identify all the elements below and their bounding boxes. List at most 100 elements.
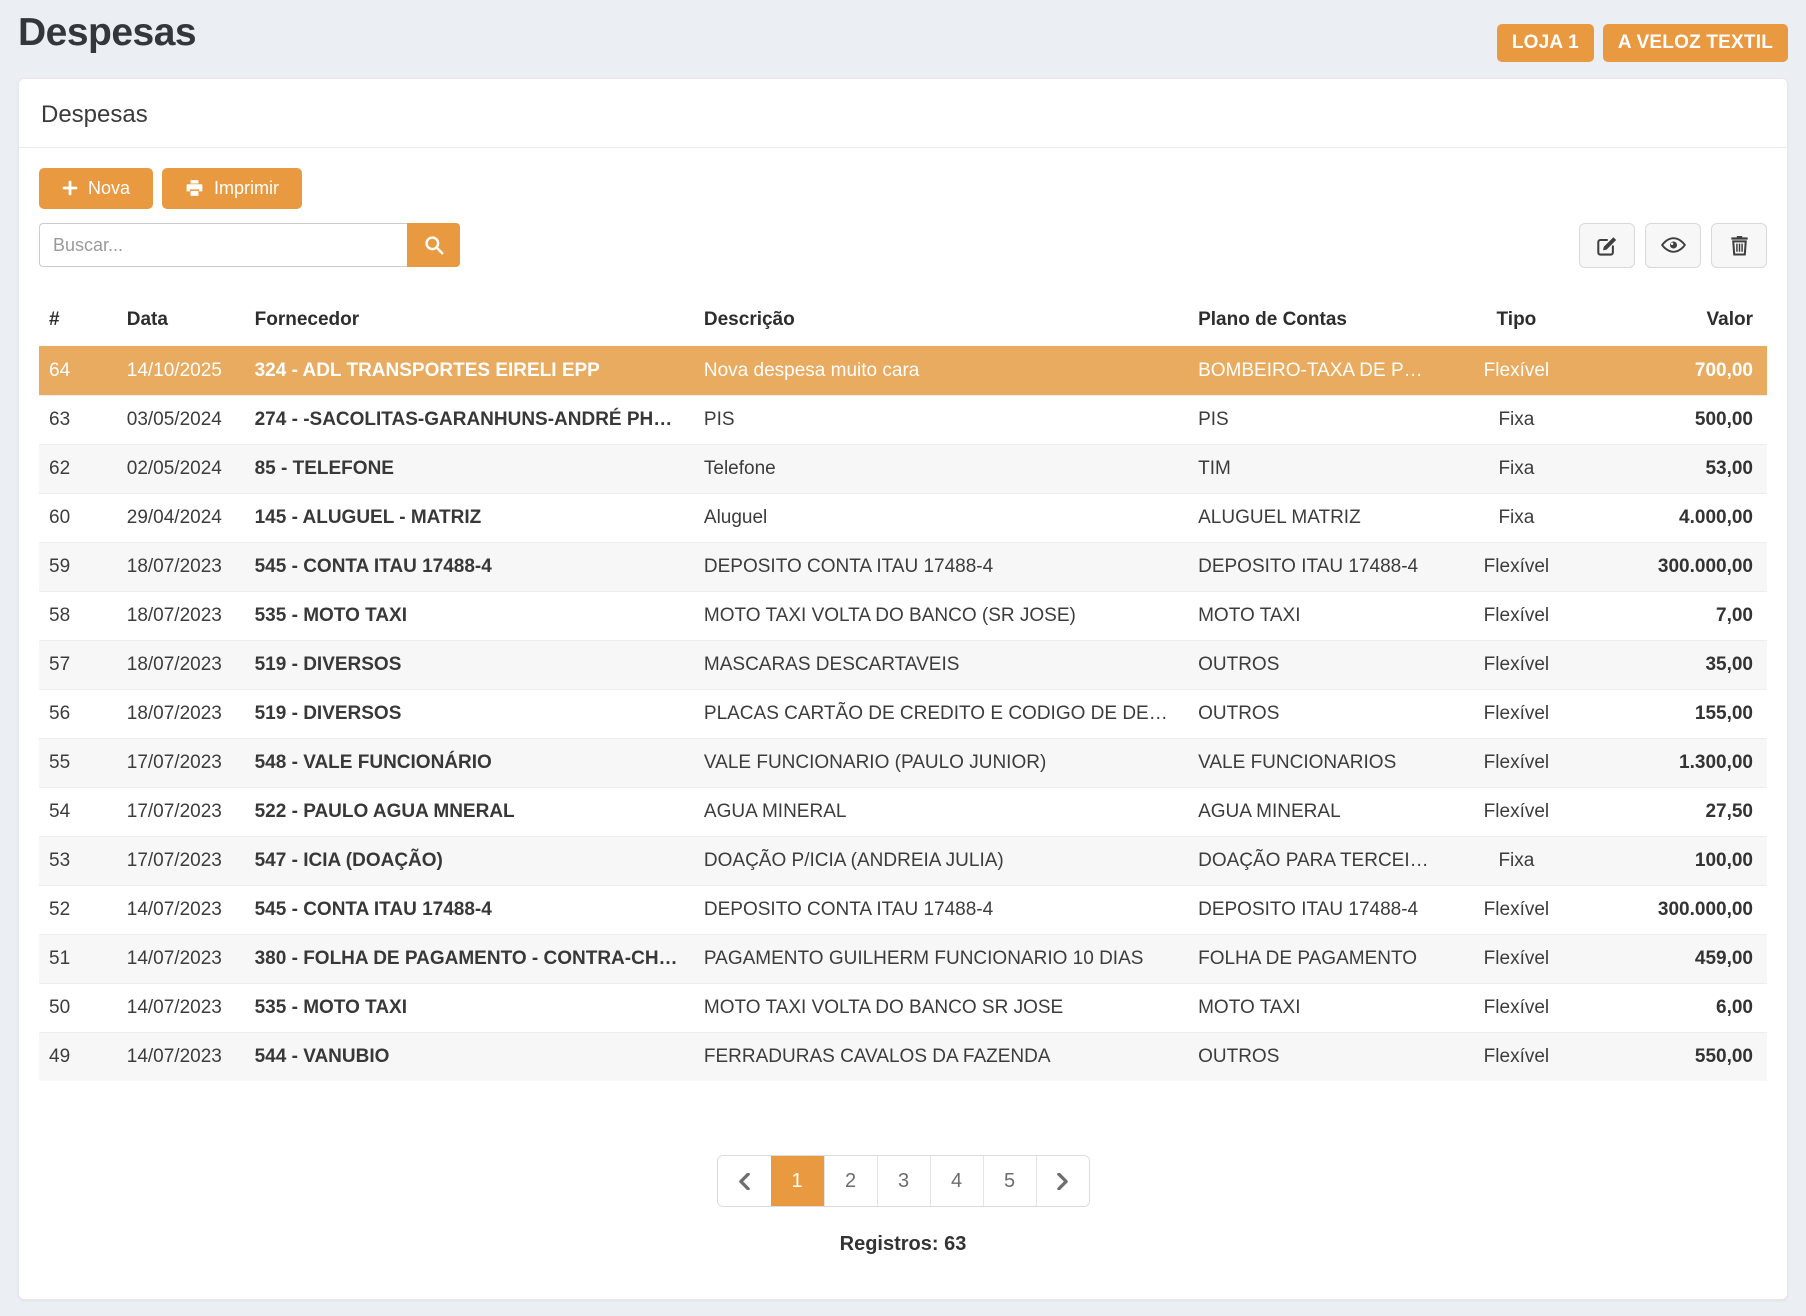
table-row[interactable]: 5317/07/2023547 - ICIA (DOAÇÃO)DOAÇÃO P/… <box>39 836 1767 885</box>
cell-num: 54 <box>39 787 117 836</box>
cell-type: Flexível <box>1439 346 1595 395</box>
cell-type: Flexível <box>1439 1032 1595 1081</box>
table-row[interactable]: 4914/07/2023544 - VANUBIOFERRADURAS CAVA… <box>39 1032 1767 1081</box>
pagination-next-button[interactable] <box>1036 1156 1089 1206</box>
delete-button[interactable] <box>1711 223 1767 268</box>
table-row[interactable]: 5918/07/2023545 - CONTA ITAU 17488-4DEPO… <box>39 542 1767 591</box>
cell-plan: DEPOSITO ITAU 17488-4 <box>1188 885 1439 934</box>
pagination-prev-button[interactable] <box>718 1156 771 1206</box>
cell-value: 550,00 <box>1594 1032 1767 1081</box>
nova-button[interactable]: Nova <box>39 168 153 209</box>
cell-value: 27,50 <box>1594 787 1767 836</box>
cell-type: Flexível <box>1439 591 1595 640</box>
cell-plan: OUTROS <box>1188 689 1439 738</box>
cell-plan: VALE FUNCIONARIOS <box>1188 738 1439 787</box>
cell-supplier: 324 - ADL TRANSPORTES EIRELI EPP <box>245 346 694 395</box>
edit-icon <box>1596 234 1619 257</box>
page-button-5[interactable]: 5 <box>983 1156 1036 1206</box>
cell-type: Flexível <box>1439 738 1595 787</box>
table-row[interactable]: 5014/07/2023535 - MOTO TAXIMOTO TAXI VOL… <box>39 983 1767 1032</box>
cell-supplier: 274 - -SACOLITAS-GARANHUNS-ANDRÉ PH… <box>245 395 694 444</box>
cell-supplier: 547 - ICIA (DOAÇÃO) <box>245 836 694 885</box>
cell-plan: PIS <box>1188 395 1439 444</box>
cell-value: 300.000,00 <box>1594 885 1767 934</box>
card-title: Despesas <box>19 79 1787 148</box>
cell-plan: DOAÇÃO PARA TERCEIRO <box>1188 836 1439 885</box>
cell-num: 60 <box>39 493 117 542</box>
cell-supplier: 535 - MOTO TAXI <box>245 983 694 1032</box>
cell-num: 56 <box>39 689 117 738</box>
cell-num: 51 <box>39 934 117 983</box>
search-button[interactable] <box>407 223 460 267</box>
cell-date: 14/07/2023 <box>117 934 245 983</box>
imprimir-button[interactable]: Imprimir <box>162 168 302 209</box>
cell-plan: ALUGUEL MATRIZ <box>1188 493 1439 542</box>
chevron-right-icon <box>1056 1173 1069 1190</box>
table-row[interactable]: 5718/07/2023519 - DIVERSOSMASCARAS DESCA… <box>39 640 1767 689</box>
cell-value: 35,00 <box>1594 640 1767 689</box>
cell-supplier: 545 - CONTA ITAU 17488-4 <box>245 885 694 934</box>
table-row[interactable]: 5417/07/2023522 - PAULO AGUA MNERALAGUA … <box>39 787 1767 836</box>
table-row[interactable]: 5114/07/2023380 - FOLHA DE PAGAMENTO - C… <box>39 934 1767 983</box>
table-row[interactable]: 6029/04/2024145 - ALUGUEL - MATRIZAlugue… <box>39 493 1767 542</box>
search-group <box>39 223 460 267</box>
cell-supplier: 519 - DIVERSOS <box>245 640 694 689</box>
cell-date: 03/05/2024 <box>117 395 245 444</box>
search-icon <box>424 235 444 255</box>
table-row[interactable]: 5618/07/2023519 - DIVERSOSPLACAS CARTÃO … <box>39 689 1767 738</box>
table-row[interactable]: 6414/10/2025324 - ADL TRANSPORTES EIRELI… <box>39 346 1767 395</box>
store-badge-loja1[interactable]: LOJA 1 <box>1497 24 1594 62</box>
cell-value: 4.000,00 <box>1594 493 1767 542</box>
search-input[interactable] <box>39 223 407 267</box>
cell-type: Flexível <box>1439 542 1595 591</box>
column-header-num: # <box>39 294 117 347</box>
trash-icon <box>1730 234 1749 256</box>
store-badges: LOJA 1 A VELOZ TEXTIL <box>1497 10 1788 62</box>
store-badge-company[interactable]: A VELOZ TEXTIL <box>1603 24 1788 62</box>
cell-num: 53 <box>39 836 117 885</box>
table-row[interactable]: 5517/07/2023548 - VALE FUNCIONÁRIOVALE F… <box>39 738 1767 787</box>
cell-num: 63 <box>39 395 117 444</box>
cell-type: Fixa <box>1439 836 1595 885</box>
cell-type: Fixa <box>1439 493 1595 542</box>
page-button-4[interactable]: 4 <box>930 1156 983 1206</box>
cell-date: 14/07/2023 <box>117 983 245 1032</box>
cell-plan: AGUA MINERAL <box>1188 787 1439 836</box>
cell-num: 58 <box>39 591 117 640</box>
cell-date: 14/07/2023 <box>117 1032 245 1081</box>
page-button-1[interactable]: 1 <box>771 1156 824 1206</box>
expenses-table-body: 6414/10/2025324 - ADL TRANSPORTES EIRELI… <box>39 346 1767 1081</box>
cell-date: 17/07/2023 <box>117 836 245 885</box>
cell-num: 57 <box>39 640 117 689</box>
cell-type: Fixa <box>1439 395 1595 444</box>
cell-plan: OUTROS <box>1188 640 1439 689</box>
cell-num: 59 <box>39 542 117 591</box>
page-header: Despesas LOJA 1 A VELOZ TEXTIL <box>0 0 1806 78</box>
column-header-data: Data <box>117 294 245 347</box>
cell-supplier: 145 - ALUGUEL - MATRIZ <box>245 493 694 542</box>
page-button-3[interactable]: 3 <box>877 1156 930 1206</box>
cell-date: 17/07/2023 <box>117 787 245 836</box>
table-row[interactable]: 5818/07/2023535 - MOTO TAXIMOTO TAXI VOL… <box>39 591 1767 640</box>
view-button[interactable] <box>1645 223 1701 268</box>
table-row[interactable]: 5214/07/2023545 - CONTA ITAU 17488-4 DEPO… <box>39 885 1767 934</box>
column-header-fornecedor: Fornecedor <box>245 294 694 347</box>
pagination-group: 12345 <box>717 1155 1090 1207</box>
cell-date: 17/07/2023 <box>117 738 245 787</box>
table-row[interactable]: 6303/05/2024274 - -SACOLITAS-GARANHUNS-A… <box>39 395 1767 444</box>
cell-desc: PIS <box>694 395 1188 444</box>
cell-supplier: 544 - VANUBIO <box>245 1032 694 1081</box>
cell-value: 6,00 <box>1594 983 1767 1032</box>
cell-num: 64 <box>39 346 117 395</box>
edit-button[interactable] <box>1579 223 1635 268</box>
column-header-valor: Valor <box>1594 294 1767 347</box>
page-button-2[interactable]: 2 <box>824 1156 877 1206</box>
cell-plan: OUTROS <box>1188 1032 1439 1081</box>
cell-date: 14/07/2023 <box>117 885 245 934</box>
chevron-left-icon <box>738 1173 751 1190</box>
cell-plan: MOTO TAXI <box>1188 591 1439 640</box>
cell-num: 52 <box>39 885 117 934</box>
cell-type: Flexível <box>1439 885 1595 934</box>
nova-button-label: Nova <box>88 178 130 199</box>
table-row[interactable]: 6202/05/202485 - TELEFONETelefoneTIMFixa… <box>39 444 1767 493</box>
